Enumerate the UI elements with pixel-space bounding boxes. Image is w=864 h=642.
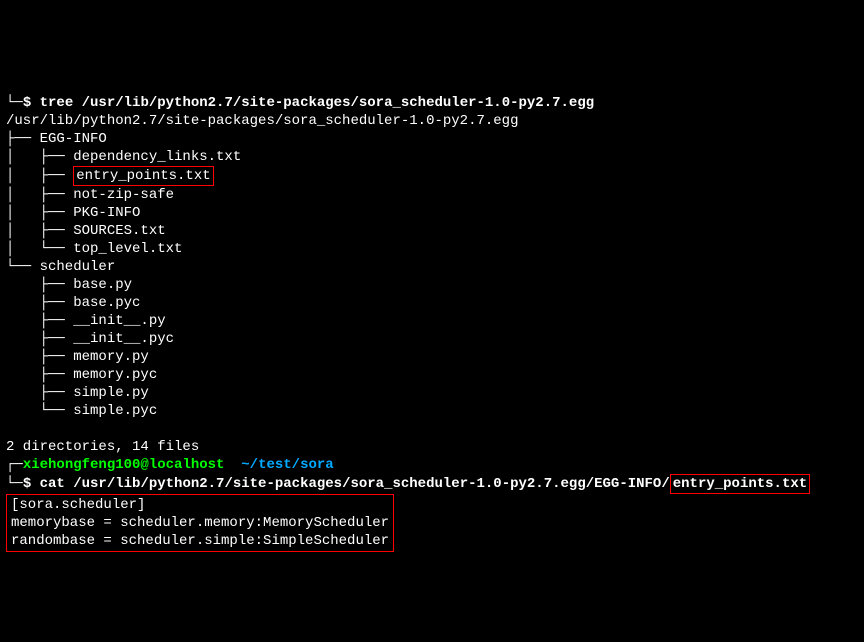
tree-line: ├── base.py — [6, 277, 132, 293]
prompt-prefix: ┌─ — [6, 457, 23, 473]
prompt-arrow: └─ — [6, 476, 23, 492]
tree-line: │ ├── PKG-INFO — [6, 205, 140, 221]
tree-line: │ ├── SOURCES.txt — [6, 223, 166, 239]
file-line: [sora.scheduler] — [11, 497, 145, 513]
tree-line: │ ├── — [6, 168, 73, 184]
cwd: ~/test/sora — [241, 457, 333, 473]
tree-line: ├── simple.py — [6, 385, 149, 401]
tree-line: ├── base.pyc — [6, 295, 140, 311]
command-tree: tree /usr/lib/python2.7/site-packages/so… — [40, 95, 595, 111]
terminal-output: └─$ tree /usr/lib/python2.7/site-package… — [6, 76, 858, 552]
prompt-dollar: $ — [23, 476, 31, 492]
tree-line: ├── __init__.pyc — [6, 331, 174, 347]
tree-line: └── scheduler — [6, 259, 115, 275]
command-cat-prefix: cat /usr/lib/python2.7/site-packages/sor… — [40, 476, 670, 492]
prompt-arrow: └─ — [6, 95, 23, 111]
highlighted-path-entry-points: entry_points.txt — [670, 474, 810, 494]
tree-line: │ └── top_level.txt — [6, 241, 182, 257]
file-line: memorybase = scheduler.memory:MemorySche… — [11, 515, 389, 531]
tree-line: └── simple.pyc — [6, 403, 157, 419]
tree-line: │ ├── dependency_links.txt — [6, 149, 241, 165]
tree-line: │ ├── not-zip-safe — [6, 187, 174, 203]
highlighted-file-entry-points: entry_points.txt — [73, 166, 213, 186]
file-contents-box: [sora.scheduler] memorybase = scheduler.… — [6, 494, 394, 552]
tree-line: ├── memory.pyc — [6, 367, 157, 383]
tree-summary: 2 directories, 14 files — [6, 439, 199, 455]
file-line: randombase = scheduler.simple:SimpleSche… — [11, 533, 389, 549]
tree-line: ├── memory.py — [6, 349, 149, 365]
tree-line: ├── EGG-INFO — [6, 131, 107, 147]
tree-root: /usr/lib/python2.7/site-packages/sora_sc… — [6, 113, 518, 129]
user-host: xiehongfeng100@localhost — [23, 457, 225, 473]
tree-line: ├── __init__.py — [6, 313, 166, 329]
prompt-dollar: $ — [23, 95, 31, 111]
